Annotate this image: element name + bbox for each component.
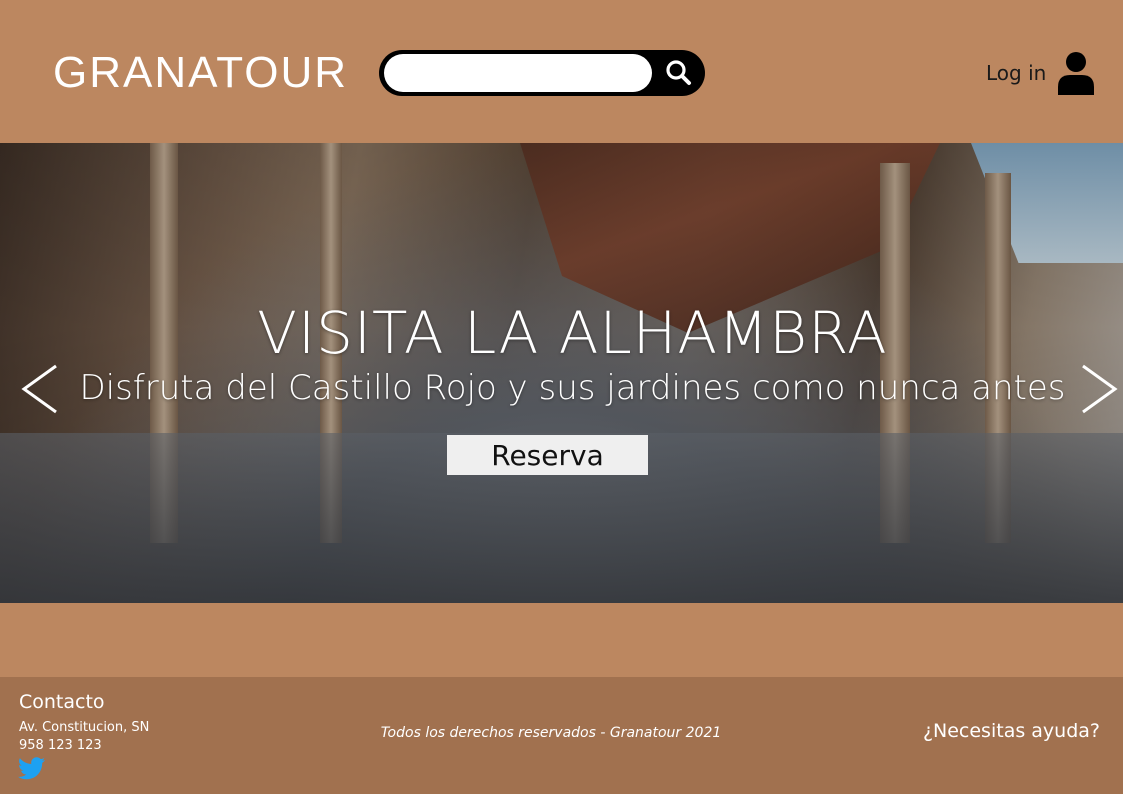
login-button[interactable]: Log in (986, 50, 1096, 96)
reserve-button[interactable]: Reserva (447, 435, 648, 475)
help-link[interactable]: ¿Necesitas ayuda? (923, 720, 1100, 742)
chevron-right-icon[interactable] (1079, 364, 1119, 414)
footer: Contacto Av. Constitucion, SN 958 123 12… (0, 677, 1123, 794)
hero-subtitle: Disfruta del Castillo Rojo y sus jardine… (79, 368, 1066, 408)
search-icon (666, 60, 691, 85)
twitter-icon[interactable] (18, 757, 45, 780)
hero-title: VISITA LA ALHAMBRA (257, 299, 888, 367)
logo[interactable]: GRANATOUR (53, 48, 348, 98)
contact-title: Contacto (19, 691, 105, 713)
user-icon (1058, 52, 1095, 95)
chevron-left-icon[interactable] (20, 364, 60, 414)
search-bar (379, 50, 705, 96)
hero-image-sky (971, 143, 1123, 263)
search-input[interactable] (384, 54, 652, 92)
header: GRANATOUR Log in (0, 0, 1123, 143)
hero-carousel: VISITA LA ALHAMBRA Disfruta del Castillo… (0, 143, 1123, 603)
search-button[interactable] (663, 58, 695, 88)
login-label: Log in (986, 61, 1047, 85)
